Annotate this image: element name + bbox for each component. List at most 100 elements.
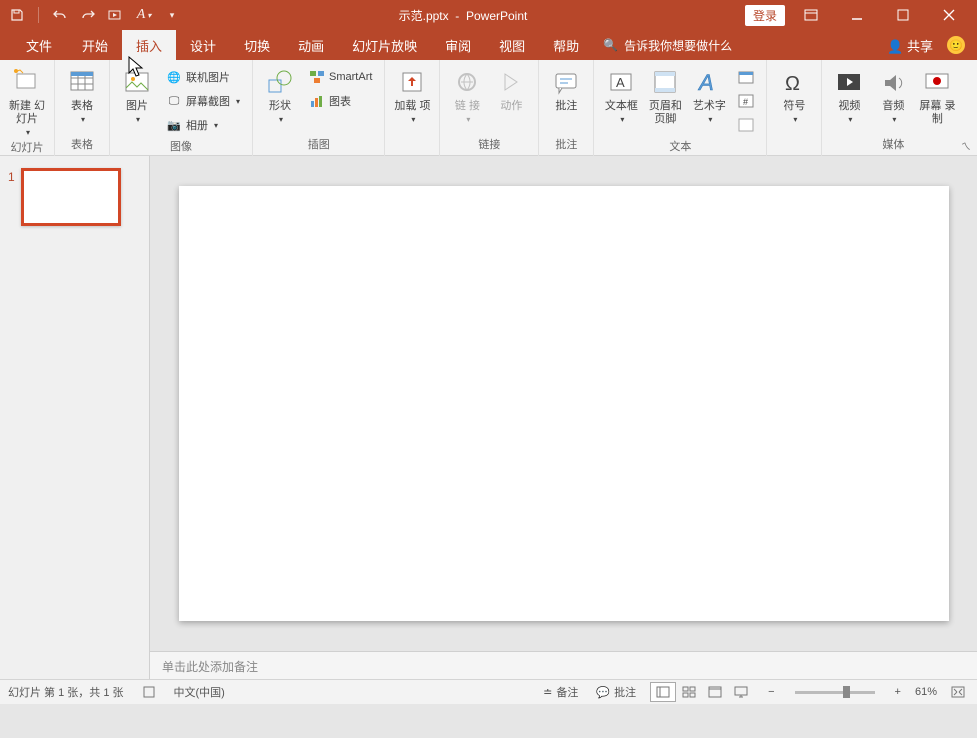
start-from-beginning-icon[interactable]: [107, 6, 125, 24]
group-symbols: Ω符号▾: [767, 60, 822, 156]
group-images: 图片▾ 🌐联机图片 🖵屏幕截图▾ 📷相册▾ 图像: [110, 60, 253, 156]
zoom-out-button[interactable]: −: [764, 684, 778, 700]
header-footer-button[interactable]: 页眉和页脚: [644, 64, 686, 128]
slide-thumbnail-1[interactable]: [21, 168, 121, 226]
group-illustrations: 形状▾ SmartArt 图表 插图: [253, 60, 385, 156]
slide-number-icon: #: [738, 93, 754, 109]
titlebar: A▾ ▾ 示范.pptx - PowerPoint 登录: [0, 0, 977, 30]
tab-home[interactable]: 开始: [68, 30, 122, 61]
addins-button[interactable]: 加载 项▾: [391, 64, 433, 126]
symbol-button[interactable]: Ω符号▾: [773, 64, 815, 126]
feedback-icon[interactable]: 🙂: [947, 36, 965, 54]
table-button[interactable]: 表格▾: [61, 64, 103, 126]
zoom-slider[interactable]: [795, 691, 875, 694]
quick-access-toolbar: A▾ ▾: [0, 6, 181, 24]
slide-number-button[interactable]: #: [734, 90, 758, 112]
screenshot-icon: 🖵: [166, 93, 182, 109]
group-comments: 批注 批注: [539, 60, 594, 156]
close-button[interactable]: [929, 0, 969, 30]
tab-help[interactable]: 帮助: [539, 30, 593, 61]
fit-to-window-button[interactable]: [947, 684, 969, 700]
ribbon-insert: 新建 幻灯片▾ 幻灯片 表格▾ 表格 图片▾ 🌐联机图片 🖵屏幕截图▾ 📷相册▾…: [0, 60, 977, 156]
notes-pane[interactable]: 单击此处添加备注: [150, 651, 977, 679]
shapes-button[interactable]: 形状▾: [259, 64, 301, 126]
normal-view-button[interactable]: [650, 682, 676, 702]
spell-check-button[interactable]: [138, 683, 160, 701]
tab-file[interactable]: 文件: [10, 30, 68, 61]
chart-button[interactable]: 图表: [305, 90, 376, 112]
share-button[interactable]: 👤 共享: [887, 36, 933, 55]
ribbon-tabs: 文件 开始 插入 设计 切换 动画 幻灯片放映 审阅 视图 帮助 🔍告诉我你想要…: [0, 30, 977, 60]
zoom-percent-label[interactable]: 61%: [915, 686, 937, 698]
language-label[interactable]: 中文(中国): [174, 684, 225, 700]
comments-toggle-button[interactable]: 💬 批注: [592, 682, 640, 702]
object-button[interactable]: [734, 114, 758, 136]
statusbar: 幻灯片 第 1 张，共 1 张 中文(中国) ≐ 备注 💬 批注 − + 61%: [0, 679, 977, 704]
maximize-button[interactable]: [883, 0, 923, 30]
tab-animations[interactable]: 动画: [284, 30, 338, 61]
zoom-in-button[interactable]: +: [891, 684, 905, 700]
group-addins: 加载 项▾: [385, 60, 440, 156]
tell-me-search[interactable]: 🔍告诉我你想要做什么: [593, 37, 732, 54]
slide-canvas[interactable]: [179, 186, 949, 621]
svg-text:A: A: [616, 75, 625, 90]
link-button[interactable]: 链 接▾: [446, 64, 488, 126]
picture-button[interactable]: 图片▾: [116, 64, 158, 126]
svg-text:A: A: [697, 70, 714, 95]
comment-button[interactable]: 批注: [545, 64, 587, 115]
album-icon: 📷: [166, 117, 182, 133]
collapse-ribbon-icon[interactable]: ㄟ: [961, 138, 971, 153]
group-slides: 新建 幻灯片▾ 幻灯片: [0, 60, 55, 156]
group-media: 视频▾ 音频▾ 屏幕 录制 媒体: [822, 60, 964, 156]
minimize-button[interactable]: [837, 0, 877, 30]
redo-icon[interactable]: [79, 6, 97, 24]
save-icon[interactable]: [8, 6, 26, 24]
slide-count-label: 幻灯片 第 1 张，共 1 张: [8, 684, 124, 700]
slideshow-view-button[interactable]: [728, 682, 754, 702]
canvas-area: 单击此处添加备注: [150, 156, 977, 679]
font-icon[interactable]: A▾: [135, 6, 153, 24]
screen-recording-button[interactable]: 屏幕 录制: [916, 64, 958, 128]
online-pictures-button[interactable]: 🌐联机图片: [162, 66, 244, 88]
reading-view-button[interactable]: [702, 682, 728, 702]
date-time-icon: [738, 69, 754, 85]
group-tables: 表格▾ 表格: [55, 60, 110, 156]
svg-text:Ω: Ω: [785, 73, 800, 95]
group-text: A文本框▾ 页眉和页脚 A艺术字▾ # 文本: [594, 60, 767, 156]
album-button[interactable]: 📷相册▾: [162, 114, 244, 136]
ribbon-display-options-icon[interactable]: [791, 0, 831, 30]
workspace: 1 单击此处添加备注: [0, 156, 977, 679]
undo-icon[interactable]: [51, 6, 69, 24]
new-slide-button[interactable]: 新建 幻灯片▾: [6, 64, 48, 139]
video-button[interactable]: 视频▾: [828, 64, 870, 126]
audio-button[interactable]: 音频▾: [872, 64, 914, 126]
tab-design[interactable]: 设计: [176, 30, 230, 61]
tab-insert[interactable]: 插入: [122, 30, 176, 61]
wordart-button[interactable]: A艺术字▾: [688, 64, 730, 126]
object-icon: [738, 117, 754, 133]
slide-sorter-view-button[interactable]: [676, 682, 702, 702]
smartart-button[interactable]: SmartArt: [305, 66, 376, 88]
tab-transitions[interactable]: 切换: [230, 30, 284, 61]
globe-picture-icon: 🌐: [166, 69, 182, 85]
group-links: 链 接▾ 动作 链接: [440, 60, 539, 156]
action-button[interactable]: 动作: [490, 64, 532, 115]
qat-customize-icon[interactable]: ▾: [163, 6, 181, 24]
date-time-button[interactable]: [734, 66, 758, 88]
tab-review[interactable]: 审阅: [431, 30, 485, 61]
textbox-button[interactable]: A文本框▾: [600, 64, 642, 126]
slide-thumbnail-panel: 1: [0, 156, 150, 679]
login-button[interactable]: 登录: [745, 5, 785, 26]
titlebar-right: 登录: [745, 0, 977, 30]
tab-slideshow[interactable]: 幻灯片放映: [338, 30, 431, 61]
chart-icon: [309, 93, 325, 109]
smartart-icon: [309, 69, 325, 85]
view-mode-buttons: [650, 682, 754, 702]
window-title: 示范.pptx - PowerPoint: [181, 7, 745, 24]
search-icon: 🔍: [603, 38, 618, 52]
notes-toggle-button[interactable]: ≐ 备注: [539, 682, 582, 702]
svg-text:#: #: [743, 97, 748, 107]
screenshot-button[interactable]: 🖵屏幕截图▾: [162, 90, 244, 112]
tab-view[interactable]: 视图: [485, 30, 539, 61]
slide-canvas-wrap: [150, 156, 977, 651]
